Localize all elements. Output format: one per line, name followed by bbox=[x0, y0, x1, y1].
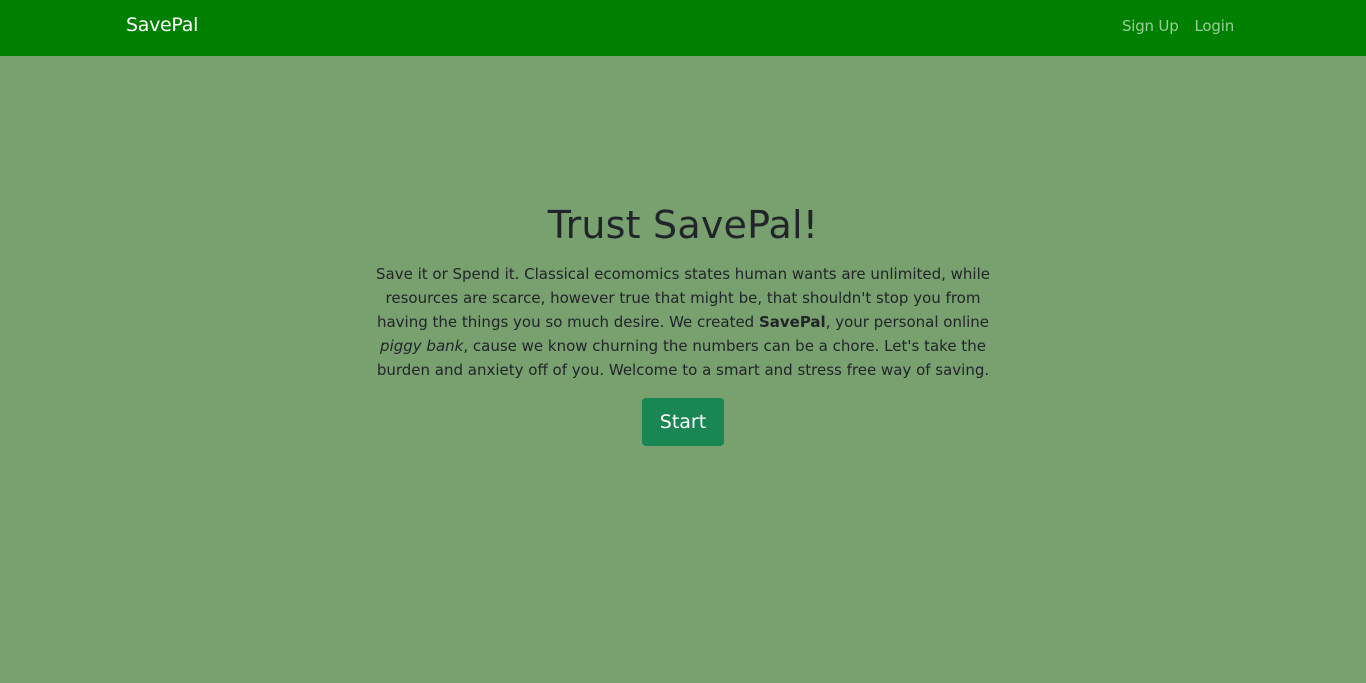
hero-section: Trust SavePal! Save it or Spend it. Clas… bbox=[363, 198, 1003, 446]
hero-description: Save it or Spend it. Classical ecomomics… bbox=[363, 262, 1003, 382]
brand-logo-link[interactable]: SavePal bbox=[126, 14, 198, 36]
nav-links: Sign Up Login bbox=[1122, 17, 1234, 35]
start-button[interactable]: Start bbox=[642, 398, 724, 446]
description-italic: piggy bank bbox=[380, 337, 464, 355]
top-navbar: SavePal Sign Up Login bbox=[0, 0, 1366, 56]
description-brand-bold: SavePal bbox=[758, 313, 826, 331]
description-text-3: , cause we know churning the numbers can… bbox=[376, 337, 990, 379]
hero-title: Trust SavePal! bbox=[547, 203, 819, 247]
login-link[interactable]: Login bbox=[1195, 17, 1235, 35]
description-text-2: , your personal online bbox=[825, 313, 990, 331]
sign-up-link[interactable]: Sign Up bbox=[1122, 17, 1179, 35]
